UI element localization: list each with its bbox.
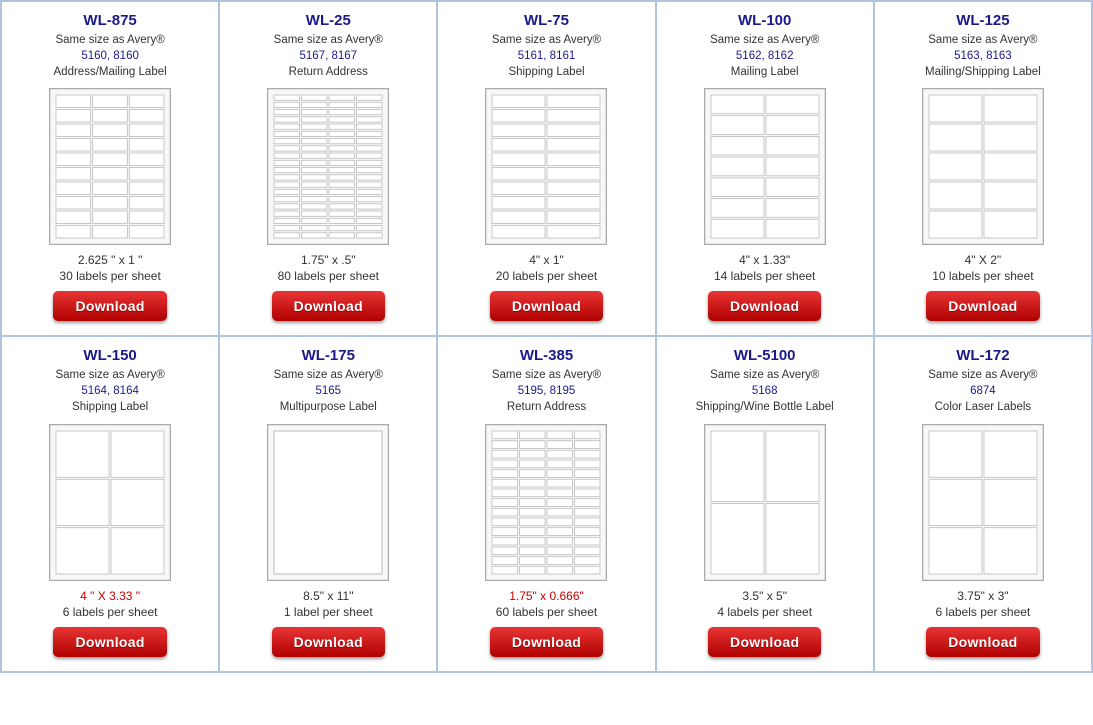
product-size: 4 " X 3.33 " [80,589,140,603]
product-count: 20 labels per sheet [496,269,597,283]
product-card-wl-150: WL-150 Same size as Avery® 5164, 8164 Sh… [2,337,220,672]
product-subtitle: Same size as Avery® 5160, 8160 Address/M… [54,32,167,80]
product-title: WL-5100 [734,347,796,364]
download-button[interactable]: Download [490,291,603,321]
product-count: 30 labels per sheet [59,269,160,283]
label-preview [49,424,171,581]
product-subtitle: Same size as Avery® 5164, 8164 Shipping … [55,367,164,415]
product-card-wl-25: WL-25 Same size as Avery® 5167, 8167 Ret… [220,2,438,337]
product-card-wl-125: WL-125 Same size as Avery® 5163, 8163 Ma… [875,2,1093,337]
product-count: 1 label per sheet [284,605,373,619]
product-size: 2.625 " x 1 " [78,253,143,267]
product-card-wl-385: WL-385 Same size as Avery® 5195, 8195 Re… [438,337,656,672]
product-card-wl-172: WL-172 Same size as Avery® 6874 Color La… [875,337,1093,672]
product-title: WL-875 [83,12,136,29]
product-size: 4" X 2" [965,253,1002,267]
product-subtitle: Same size as Avery® 5161, 8161 Shipping … [492,32,601,80]
download-button[interactable]: Download [708,627,821,657]
label-preview [485,88,607,245]
product-title: WL-150 [83,347,136,364]
product-title: WL-75 [524,12,569,29]
product-title: WL-172 [956,347,1009,364]
product-size: 3.5" x 5" [742,589,787,603]
download-button[interactable]: Download [926,627,1039,657]
product-subtitle: Same size as Avery® 5165 Multipurpose La… [274,367,383,415]
download-button[interactable]: Download [53,627,166,657]
product-count: 10 labels per sheet [932,269,1033,283]
label-preview [267,88,389,245]
product-count: 6 labels per sheet [63,605,158,619]
product-size: 1.75" x .5" [301,253,356,267]
product-card-wl-75: WL-75 Same size as Avery® 5161, 8161 Shi… [438,2,656,337]
product-subtitle: Same size as Avery® 5168 Shipping/Wine B… [696,367,834,415]
product-count: 14 labels per sheet [714,269,815,283]
label-preview [49,88,171,245]
label-preview [922,424,1044,581]
product-title: WL-385 [520,347,573,364]
download-button[interactable]: Download [272,291,385,321]
label-preview [485,424,607,581]
product-card-wl-175: WL-175 Same size as Avery® 5165 Multipur… [220,337,438,672]
product-subtitle: Same size as Avery® 5163, 8163 Mailing/S… [925,32,1041,80]
label-preview [922,88,1044,245]
product-size: 3.75" x 3" [957,589,1008,603]
product-size: 4" x 1.33" [739,253,790,267]
download-button[interactable]: Download [272,627,385,657]
product-size: 1.75" x 0.666" [509,589,584,603]
product-count: 60 labels per sheet [496,605,597,619]
product-card-wl-5100: WL-5100 Same size as Avery® 5168 Shippin… [657,337,875,672]
product-title: WL-125 [956,12,1009,29]
product-subtitle: Same size as Avery® 5167, 8167 Return Ad… [274,32,383,80]
product-subtitle: Same size as Avery® 5162, 8162 Mailing L… [710,32,819,80]
product-count: 4 labels per sheet [717,605,812,619]
download-button[interactable]: Download [708,291,821,321]
download-button[interactable]: Download [926,291,1039,321]
product-card-wl-875: WL-875 Same size as Avery® 5160, 8160 Ad… [2,2,220,337]
product-title: WL-100 [738,12,791,29]
label-preview [267,424,389,581]
label-preview [704,88,826,245]
product-card-wl-100: WL-100 Same size as Avery® 5162, 8162 Ma… [657,2,875,337]
download-button[interactable]: Download [490,627,603,657]
download-button[interactable]: Download [53,291,166,321]
product-size: 4" x 1" [529,253,564,267]
label-preview [704,424,826,581]
product-count: 80 labels per sheet [278,269,379,283]
product-title: WL-25 [306,12,351,29]
product-subtitle: Same size as Avery® 6874 Color Laser Lab… [928,367,1037,415]
product-size: 8.5" x 11" [303,589,353,603]
product-subtitle: Same size as Avery® 5195, 8195 Return Ad… [492,367,601,415]
product-title: WL-175 [302,347,355,364]
product-count: 6 labels per sheet [936,605,1031,619]
